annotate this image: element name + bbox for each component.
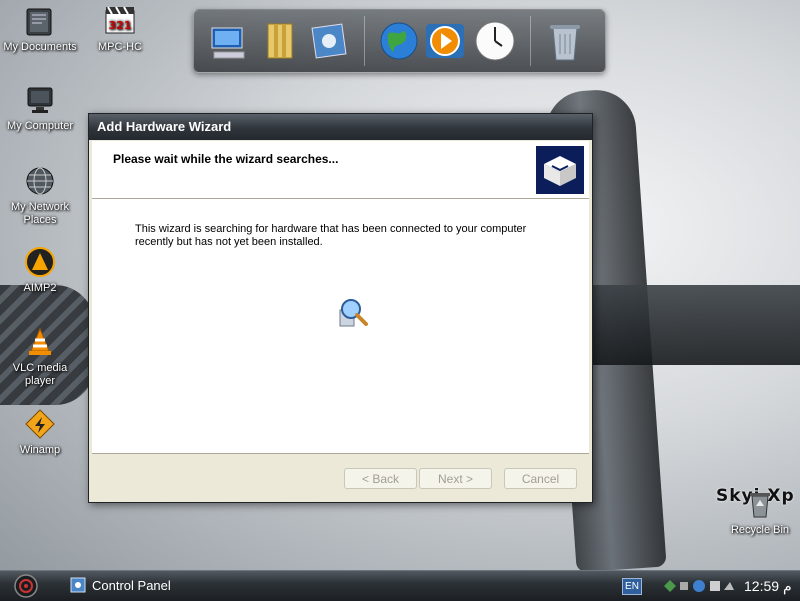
dock-separator [530,16,531,66]
wizard-body: This wizard is searching for hardware th… [92,199,589,453]
recycle-bin-icon [750,493,770,518]
folder-icon[interactable] [258,18,304,64]
desktop-icon-label: AIMP2 [23,282,57,294]
desktop-icon-label: Winamp [19,444,61,456]
system-tray[interactable] [662,578,736,594]
desktop-icon-label: VLC media player [12,362,68,387]
wizard-header: Please wait while the wizard searches... [92,141,589,199]
media-player-classic-icon: 321 [105,6,135,34]
media-player-icon[interactable] [422,18,468,64]
wizard-footer: < Back Next > Cancel [92,453,589,500]
window-title[interactable]: Add Hardware Wizard [89,114,592,140]
next-button[interactable]: Next > [419,468,492,489]
desktop-icon-label: Recycle Bin [730,524,790,536]
winamp-icon [25,409,55,439]
taskbar: Control Panel EN 12:59 م [0,570,800,601]
globe-icon[interactable] [376,18,422,64]
desktop-icon-my-network-places[interactable]: My Network Places [0,165,80,227]
desktop-icon-aimp2[interactable]: AIMP2 [0,246,80,295]
control-panel-icon[interactable] [306,18,352,64]
computer-monitor-icon [27,87,53,113]
language-indicator[interactable]: EN [622,578,642,595]
trash-icon[interactable] [542,18,588,64]
aimp-icon [25,247,55,277]
cancel-button[interactable]: Cancel [504,468,577,489]
wallpaper-sword-bar [590,285,800,365]
computer-icon[interactable] [206,18,252,64]
wizard-heading: Please wait while the wizard searches... [113,152,339,166]
desktop-icon-label: MPC-HC [98,41,142,53]
desktop-icon-label: My Computer [6,120,74,132]
clock-icon[interactable] [472,18,518,64]
taskbar-item-control-panel[interactable]: Control Panel [70,575,171,597]
desktop-icon-label: My Documents [3,41,77,53]
back-button[interactable]: < Back [344,468,417,489]
folder-documents-icon [26,8,52,36]
desktop-icon-my-documents[interactable]: My Documents [0,5,80,54]
svg-text:321: 321 [109,19,132,32]
desktop-icon-vlc[interactable]: VLC media player [0,326,80,388]
desktop-icon-my-computer[interactable]: My Computer [0,84,80,133]
hardware-wizard-icon [536,146,584,194]
desktop-icon-label: My Network Places [10,201,70,226]
desktop-icon-winamp[interactable]: Winamp [0,408,80,457]
vlc-cone-icon [29,327,51,355]
taskbar-item-label: Control Panel [92,578,171,593]
desktop-icon-mpc-hc[interactable]: 321 MPC-HC [80,5,160,54]
search-magnifier-icon [339,299,368,327]
dock-separator [364,16,365,66]
network-globe-icon [26,167,54,195]
start-button[interactable] [6,573,42,599]
desktop-icon-recycle-bin[interactable]: Recycle Bin [720,488,800,537]
taskbar-clock[interactable]: 12:59 م [744,576,792,596]
control-panel-small-icon [70,577,86,593]
wizard-description: This wizard is searching for hardware th… [135,223,527,248]
add-hardware-wizard-window: Add Hardware Wizard Please wait while th… [88,113,593,503]
dock [193,9,606,73]
